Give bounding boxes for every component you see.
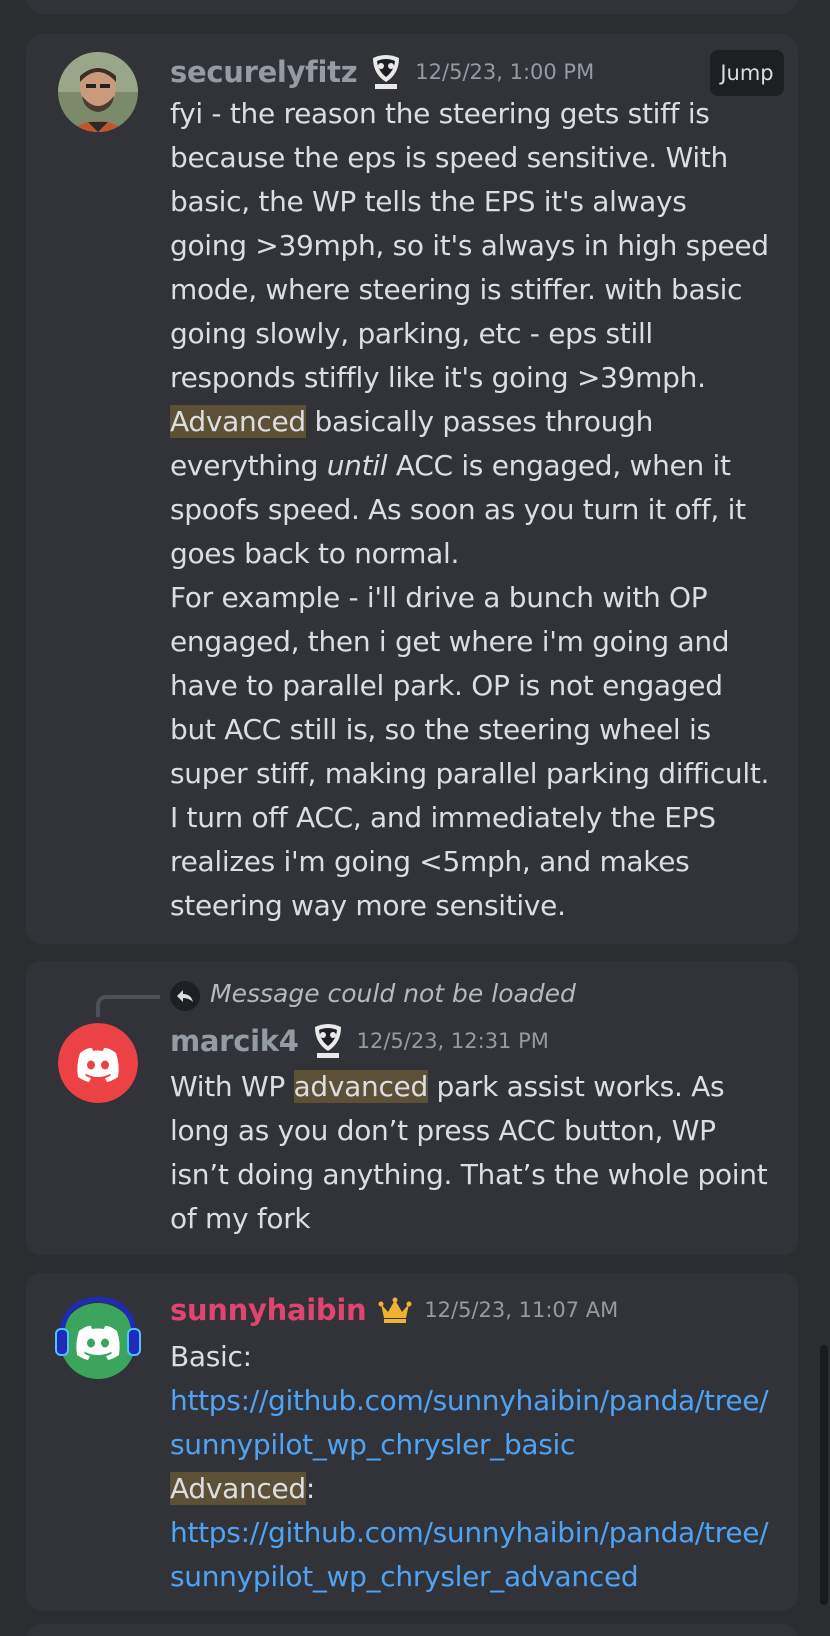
- timestamp[interactable]: 12/5/23, 12:31 PM: [357, 1029, 549, 1053]
- timestamp[interactable]: 12/5/23, 1:00 PM: [415, 60, 594, 84]
- message-card[interactable]: Message could not be loaded marcik4 12/5…: [26, 961, 798, 1255]
- message-content: Basic: https://github.com/sunnyhaibin/pa…: [170, 1335, 770, 1599]
- avatar[interactable]: [58, 52, 138, 132]
- username[interactable]: marcik4: [170, 1024, 299, 1058]
- github-link-advanced[interactable]: https://github.com/sunnyhaibin/panda/tre…: [170, 1516, 769, 1593]
- discord-logo-icon: [55, 1296, 141, 1379]
- message-header: securelyfitz 12/5/23, 1:00 PM: [170, 54, 594, 90]
- message-list[interactable]: securelyfitz 12/5/23, 1:00 PM Jump fyi -…: [0, 0, 830, 1636]
- jump-button[interactable]: Jump: [710, 50, 784, 96]
- scrollbar[interactable]: [820, 1345, 828, 1605]
- username[interactable]: securelyfitz: [170, 55, 358, 89]
- search-highlight: advanced: [293, 1070, 428, 1103]
- ram-logo-icon: [311, 1023, 345, 1059]
- user-photo-avatar: [58, 52, 138, 132]
- message-content: fyi - the reason the steering gets stiff…: [170, 92, 770, 928]
- message-text: fyi - the reason the steering gets stiff…: [170, 97, 769, 394]
- previous-message-card: [26, 0, 798, 14]
- search-highlight: Advanced: [170, 405, 306, 438]
- message-text: :: [305, 1472, 316, 1505]
- message-header: sunnyhaibin 12/5/23, 11:07 AM: [170, 1293, 618, 1327]
- message-header: marcik4 12/5/23, 12:31 PM: [170, 1023, 549, 1059]
- ram-logo-icon: [369, 54, 403, 90]
- message-text: Basic:: [170, 1340, 252, 1373]
- discord-logo-icon: [58, 1023, 138, 1103]
- avatar[interactable]: [58, 1023, 138, 1103]
- timestamp[interactable]: 12/5/23, 11:07 AM: [424, 1298, 618, 1322]
- next-message-card: [26, 1624, 798, 1636]
- github-link-basic[interactable]: https://github.com/sunnyhaibin/panda/tre…: [170, 1384, 769, 1461]
- italic-text: until: [326, 449, 388, 482]
- message-content: With WP advanced park assist works. As l…: [170, 1065, 770, 1241]
- crown-icon: [378, 1296, 412, 1324]
- message-text: For example - i'll drive a bunch with OP…: [170, 581, 770, 922]
- search-highlight: Advanced: [170, 1472, 306, 1505]
- username[interactable]: sunnyhaibin: [170, 1293, 367, 1327]
- message-card[interactable]: sunnyhaibin 12/5/23, 11:07 AM Basic: htt…: [26, 1273, 798, 1611]
- reply-connector: [96, 995, 160, 1017]
- reply-preview[interactable]: Message could not be loaded: [210, 979, 576, 1008]
- message-card[interactable]: securelyfitz 12/5/23, 1:00 PM Jump fyi -…: [26, 34, 798, 944]
- reply-icon: [170, 981, 200, 1011]
- avatar[interactable]: [52, 1291, 144, 1383]
- message-text: With WP: [170, 1070, 294, 1103]
